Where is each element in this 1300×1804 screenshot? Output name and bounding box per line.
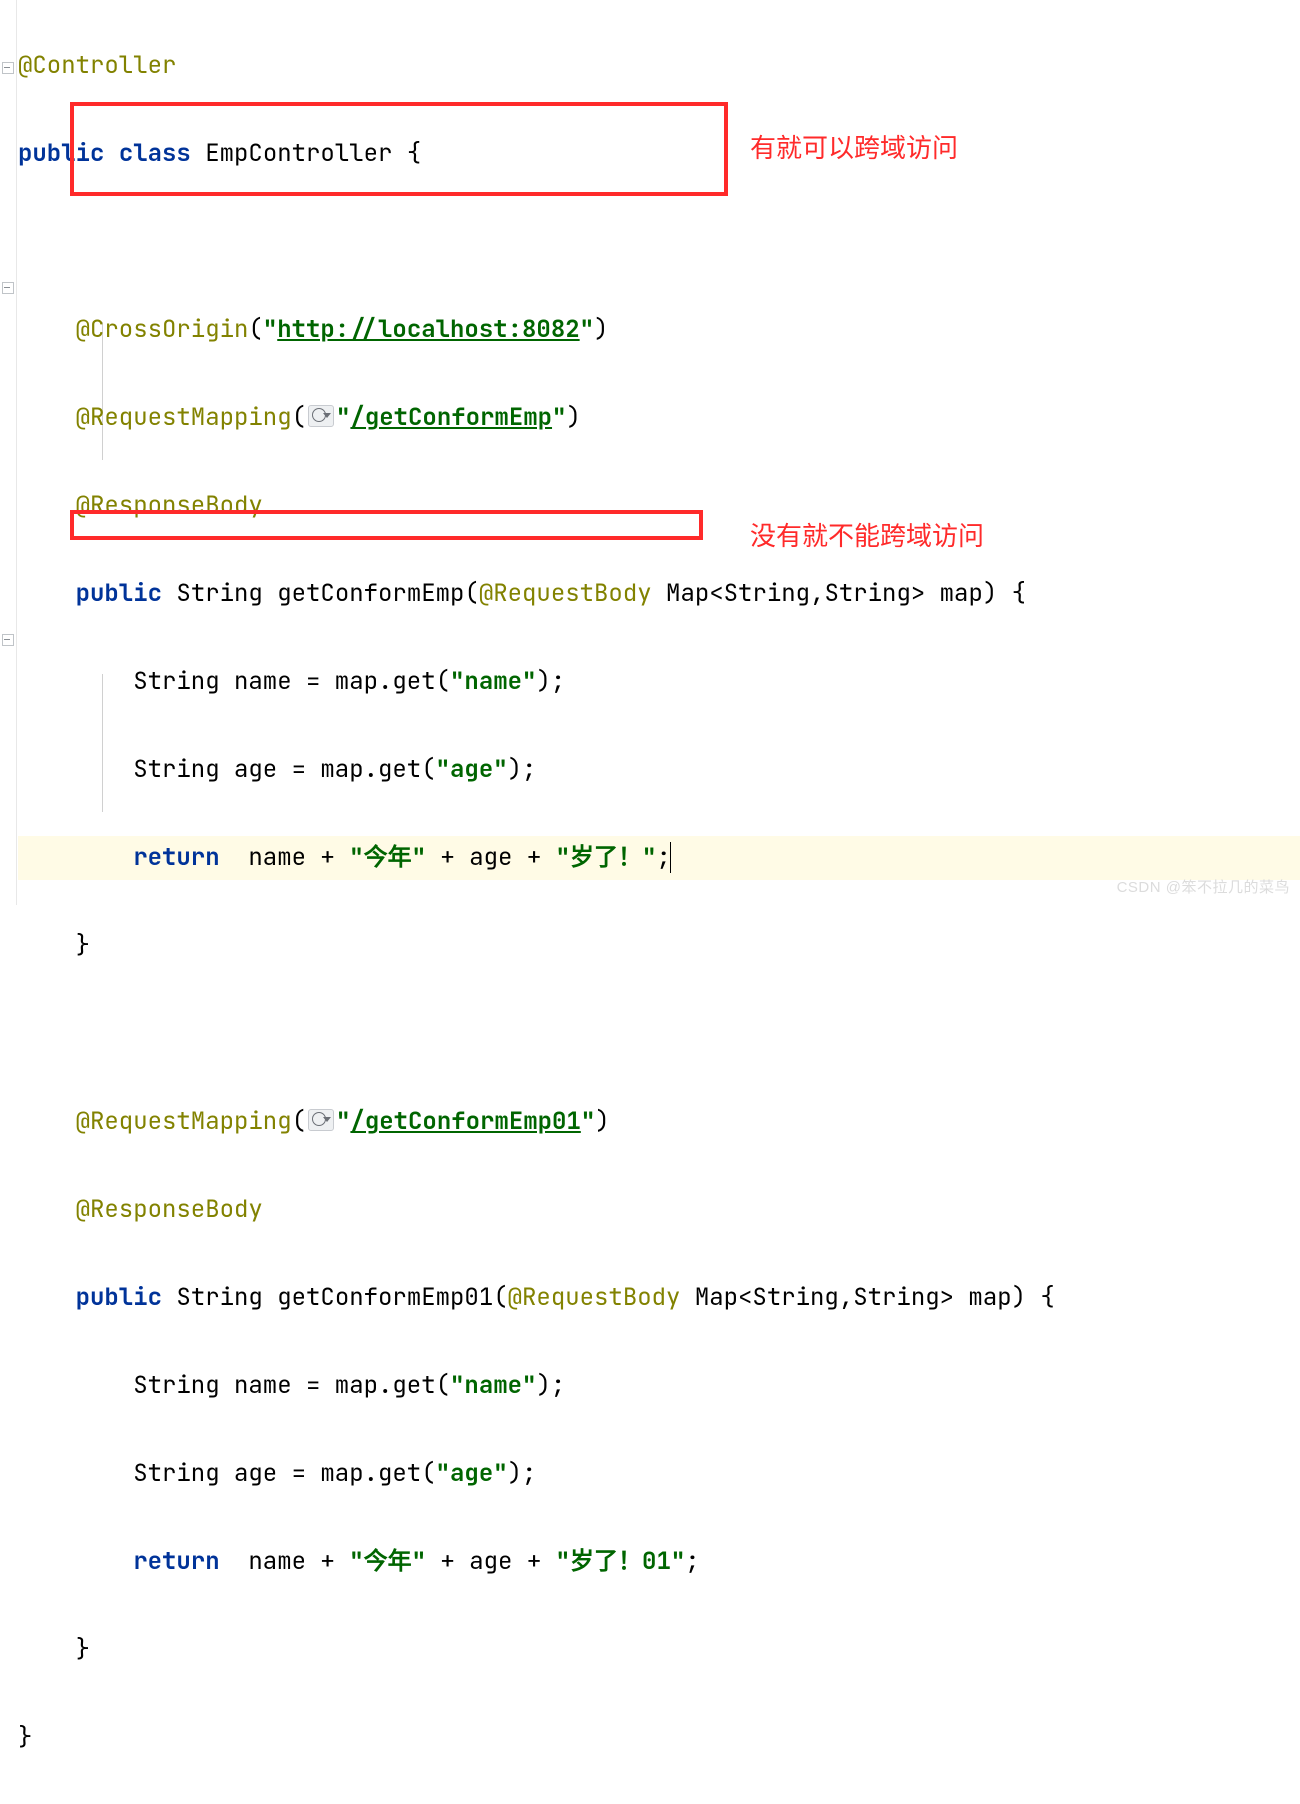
code-line: @RequestMapping("/getConformEmp") xyxy=(18,396,1300,440)
code-line-highlighted: return name + "今年" + age + "岁了！"; xyxy=(18,836,1300,880)
code-line: String age = map.get("age"); xyxy=(18,748,1300,792)
editor-gutter xyxy=(0,0,17,905)
code-line: } xyxy=(18,924,1300,968)
code-line: @CrossOrigin("http://localhost:8082") xyxy=(18,308,1300,352)
code-line: @RequestMapping("/getConformEmp01") xyxy=(18,1100,1300,1144)
watermark: CSDN @笨不拉几的菜鸟 xyxy=(1117,876,1290,897)
code-line: String age = map.get("age"); xyxy=(18,1452,1300,1496)
annotation-controller: @Controller xyxy=(18,50,176,81)
code-line: @Controller xyxy=(18,44,1300,88)
code-line: public class EmpController { xyxy=(18,132,1300,176)
fold-icon[interactable] xyxy=(2,62,14,74)
code-line: public String getConformEmp(@RequestBody… xyxy=(18,572,1300,616)
code-line: @ResponseBody xyxy=(18,1188,1300,1232)
globe-icon[interactable] xyxy=(308,405,334,427)
text-caret xyxy=(670,842,671,873)
code-line: } xyxy=(18,1628,1300,1672)
fold-icon[interactable] xyxy=(2,634,14,646)
annotation-requestmapping: @RequestMapping xyxy=(76,1106,292,1137)
annotation-responsebody: @ResponseBody xyxy=(76,490,263,521)
globe-icon[interactable] xyxy=(308,1109,334,1131)
code-line: String name = map.get("name"); xyxy=(18,1364,1300,1408)
annotation-requestmapping: @RequestMapping xyxy=(76,402,292,433)
callout-text-has: 有就可以跨域访问 xyxy=(750,128,958,165)
code-line: public String getConformEmp01(@RequestBo… xyxy=(18,1276,1300,1320)
code-line: @ResponseBody xyxy=(18,484,1300,528)
code-editor[interactable]: @Controller public class EmpController {… xyxy=(18,0,1300,1804)
code-line xyxy=(18,1012,1300,1056)
annotation-responsebody: @ResponseBody xyxy=(76,1194,263,1225)
annotation-crossorigin: @CrossOrigin xyxy=(76,314,249,345)
fold-icon[interactable] xyxy=(2,282,14,294)
callout-text-none: 没有就不能跨域访问 xyxy=(750,516,984,553)
url-link[interactable]: http://localhost:8082 xyxy=(277,314,579,345)
code-line xyxy=(18,220,1300,264)
code-line: String name = map.get("name"); xyxy=(18,660,1300,704)
code-line: } xyxy=(18,1716,1300,1760)
code-line: return name + "今年" + age + "岁了！01"; xyxy=(18,1540,1300,1584)
